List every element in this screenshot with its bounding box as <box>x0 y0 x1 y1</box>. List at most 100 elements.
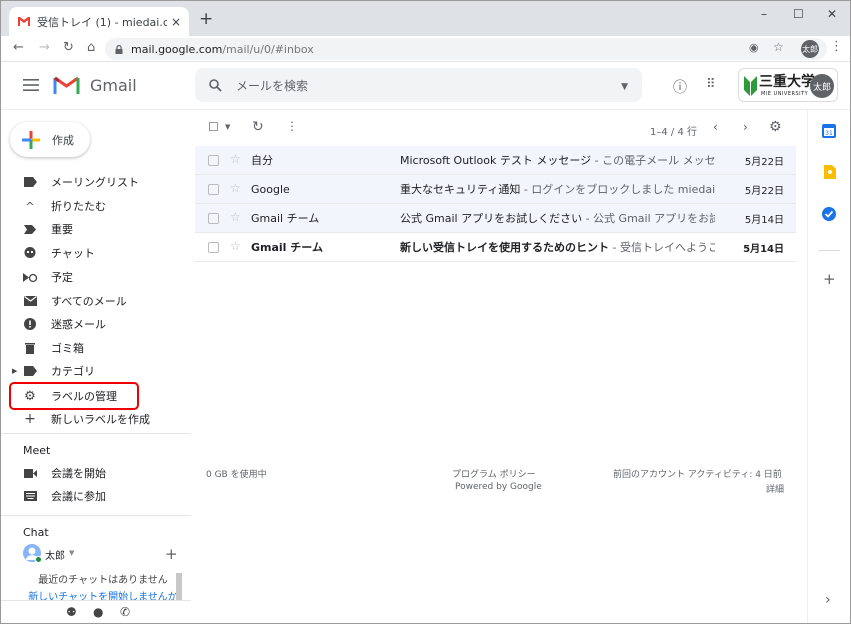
minimize-button[interactable]: – <box>761 7 767 21</box>
chat-icon <box>23 246 37 260</box>
sidebar-item-important[interactable]: 重要 <box>1 218 191 240</box>
next-page-icon[interactable]: › <box>743 120 748 134</box>
eye-icon[interactable]: ◉ <box>749 41 759 54</box>
star-icon[interactable]: ☆ <box>230 152 241 166</box>
chat-user-avatar[interactable] <box>23 544 42 563</box>
browser-menu-icon[interactable]: ⋮ <box>830 39 843 54</box>
settings-gear-icon[interactable]: ⚙ <box>769 119 782 135</box>
expand-panel-chevron-icon[interactable]: › <box>825 592 831 608</box>
main-menu-icon[interactable] <box>23 79 39 91</box>
contacts-icon[interactable]: ⚉ <box>66 605 77 619</box>
star-icon[interactable]: ☆ <box>230 210 241 224</box>
sidebar-item-label: 予定 <box>51 271 73 284</box>
sidebar-item-label: 新しいラベルを作成 <box>51 413 150 426</box>
row-checkbox[interactable] <box>208 242 219 253</box>
select-dropdown-icon[interactable]: ▼ <box>225 123 230 131</box>
meet-start-meeting[interactable]: 会議を開始 <box>1 462 191 484</box>
address-bar[interactable]: mail.google.com/mail/u/0/#inbox <box>105 38 827 60</box>
gmail-favicon-icon <box>18 17 30 26</box>
sidebar-item-label: カテゴリ <box>51 365 95 378</box>
gmail-logo-icon[interactable] <box>53 75 80 95</box>
tasks-icon[interactable] <box>822 207 836 221</box>
sidebar-item-mailing-list[interactable]: メーリングリスト <box>1 171 191 193</box>
maximize-button[interactable]: ☐ <box>793 7 804 21</box>
mail-row[interactable]: ☆ Gmail チーム 新しい受信トレイを使用するためのヒント - 受信トレイへ… <box>195 233 796 262</box>
star-bookmark-icon[interactable]: ☆ <box>773 40 784 54</box>
sidebar-item-create-label[interactable]: + 新しいラベルを作成 <box>1 408 191 430</box>
browser-tab[interactable]: 受信トレイ (1) - miedai.cc@mie-u. × <box>9 7 189 36</box>
chat-scrollbar[interactable] <box>176 573 182 600</box>
program-policy-link[interactable]: プログラム ポリシー <box>452 467 536 480</box>
storage-usage: 0 GB を使用中 <box>206 470 267 480</box>
keep-icon[interactable] <box>822 165 836 179</box>
new-chat-plus-icon[interactable]: + <box>165 545 178 563</box>
search-icon[interactable] <box>209 78 222 92</box>
university-brand[interactable]: 三重大学 MIE UNIVERSITY 太郎 <box>738 68 838 102</box>
chevron-down-icon[interactable]: ▼ <box>69 549 74 557</box>
row-subject-line: 重大なセキュリティ通知 - ログインをブロックしました miedai.c… <box>400 181 715 197</box>
sidebar-item-scheduled[interactable]: 予定 <box>1 266 191 288</box>
phone-icon[interactable]: ✆ <box>120 605 130 619</box>
compose-button[interactable]: 作成 <box>10 122 90 157</box>
chat-user-name[interactable]: 太郎 <box>45 547 65 562</box>
search-input[interactable]: メールを検索 ▼ <box>195 68 642 102</box>
row-checkbox[interactable] <box>208 155 219 166</box>
sidebar-divider <box>1 515 191 516</box>
row-checkbox[interactable] <box>208 213 219 224</box>
row-sender: Gmail チーム <box>251 212 320 225</box>
hangouts-icon[interactable]: ● <box>93 605 103 619</box>
close-window-button[interactable]: ✕ <box>827 7 837 21</box>
new-tab-button[interactable]: + <box>199 9 213 29</box>
label-icon <box>23 364 37 378</box>
sidebar-item-categories[interactable]: ▶ カテゴリ <box>1 360 191 382</box>
brand-subtitle: MIE UNIVERSITY <box>761 91 809 97</box>
online-status-dot <box>35 556 42 563</box>
apps-grid-icon[interactable]: ⠿ <box>706 77 715 92</box>
sidebar-divider <box>1 600 191 601</box>
add-addon-plus-icon[interactable]: + <box>823 270 836 288</box>
sidebar-item-label: メーリングリスト <box>51 176 139 189</box>
mail-row[interactable]: ☆ 自分 Microsoft Outlook テスト メッセージ - この電子メ… <box>195 146 796 175</box>
reload-icon[interactable]: ↻ <box>63 40 74 55</box>
browser-window: 受信トレイ (1) - miedai.cc@mie-u. × + – ☐ ✕ ←… <box>0 0 851 624</box>
search-options-icon[interactable]: ▼ <box>621 82 628 92</box>
star-icon[interactable]: ☆ <box>230 239 241 253</box>
meet-section-title: Meet <box>23 444 51 457</box>
mail-row[interactable]: ☆ Gmail チーム 公式 Gmail アプリをお試しください - 公式 Gm… <box>195 204 796 233</box>
help-icon[interactable]: ⓘ <box>673 77 687 97</box>
important-icon <box>23 222 37 236</box>
expand-arrow-icon[interactable]: ▶ <box>12 367 17 375</box>
row-checkbox[interactable] <box>208 184 219 195</box>
home-icon[interactable]: ⌂ <box>87 40 95 55</box>
sidebar-item-label: 会議に参加 <box>51 490 106 503</box>
refresh-icon[interactable]: ↻ <box>252 119 264 135</box>
row-sender: 自分 <box>251 154 273 167</box>
chat-section-title: Chat <box>23 526 49 539</box>
row-date: 5月14日 <box>743 243 784 255</box>
sidebar-item-label: ゴミ箱 <box>51 342 84 355</box>
select-all-checkbox[interactable]: ☐ <box>208 120 219 134</box>
sidebar-item-collapse[interactable]: ^ 折りたたむ <box>1 195 191 217</box>
tab-close-icon[interactable]: × <box>171 15 181 29</box>
back-arrow-icon[interactable]: ← <box>13 40 24 55</box>
sidebar-item-trash[interactable]: ゴミ箱 <box>1 337 191 359</box>
compose-label: 作成 <box>52 133 74 147</box>
browser-profile-avatar[interactable]: 太郎 <box>801 40 819 58</box>
calendar-icon[interactable]: 31 <box>822 124 836 138</box>
meet-join-meeting[interactable]: 会議に参加 <box>1 485 191 507</box>
sidebar-item-spam[interactable]: 迷惑メール <box>1 313 191 335</box>
row-subject: 公式 Gmail アプリをお試しください <box>400 212 583 225</box>
star-icon[interactable]: ☆ <box>230 181 241 195</box>
row-sender: Gmail チーム <box>251 241 323 254</box>
sidebar-item-all-mail[interactable]: すべてのメール <box>1 290 191 312</box>
details-link[interactable]: 詳細 <box>766 482 784 495</box>
account-avatar[interactable]: 太郎 <box>810 74 834 98</box>
sidebar-item-chat[interactable]: チャット <box>1 242 191 264</box>
prev-page-icon[interactable]: ‹ <box>713 120 718 134</box>
mail-row[interactable]: ☆ Google 重大なセキュリティ通知 - ログインをブロックしました mie… <box>195 175 796 204</box>
more-options-icon[interactable]: ⋮ <box>286 119 298 133</box>
chat-empty-text: 最近のチャットはありません <box>38 575 168 586</box>
forward-arrow-icon[interactable]: → <box>39 40 50 55</box>
highlight-box <box>9 382 139 410</box>
browser-toolbar: ← → ↻ ⌂ mail.google.com/mail/u/0/#inbox … <box>1 36 850 62</box>
